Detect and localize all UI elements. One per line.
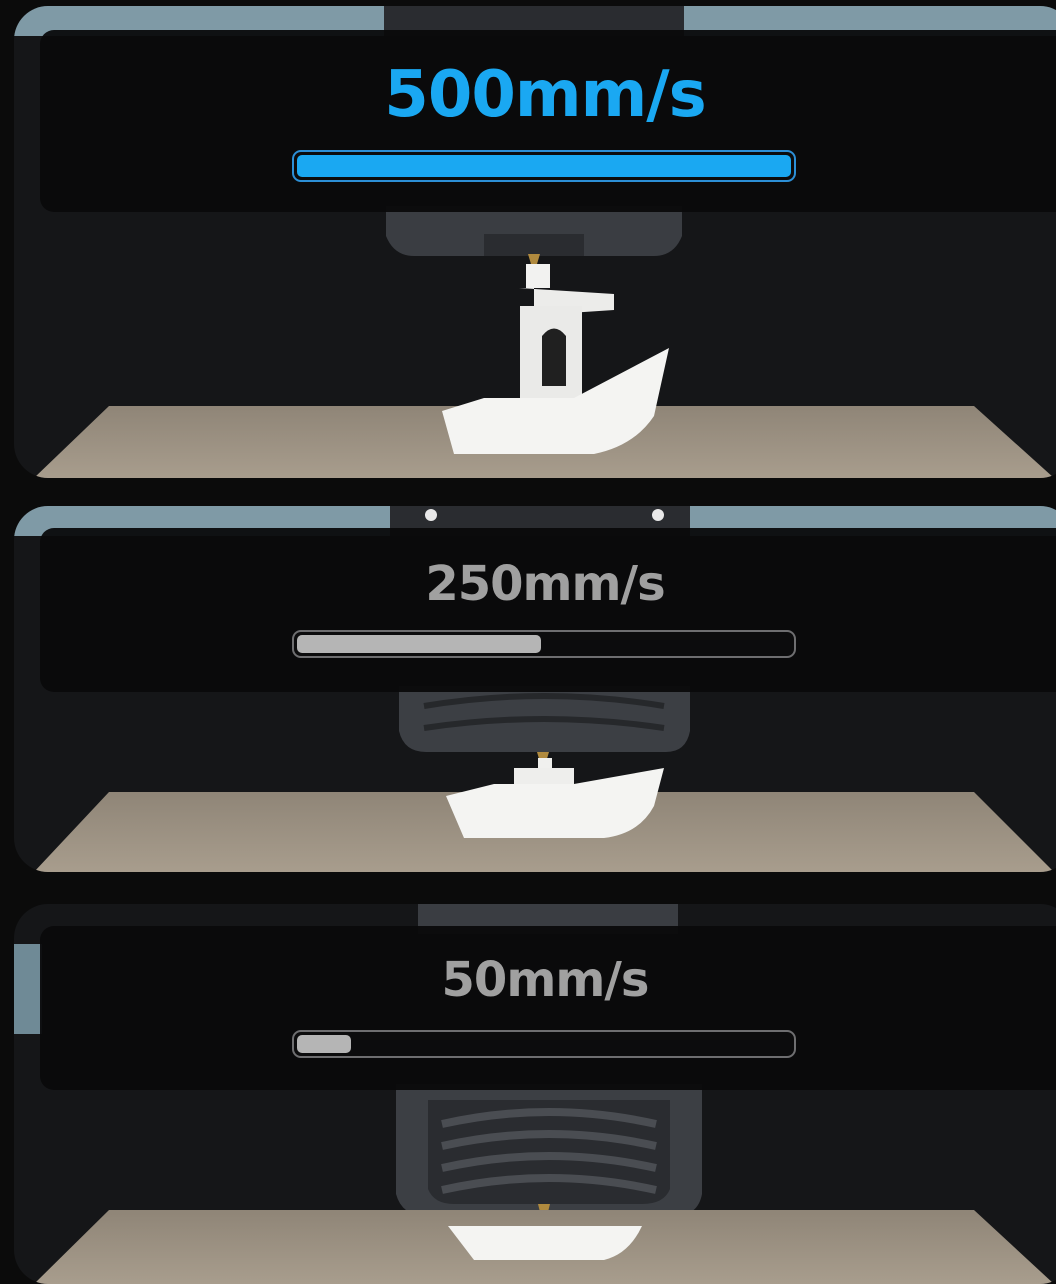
speed-panel-medium: 250mm/s	[14, 506, 1056, 872]
speed-readout-card: 250mm/s	[40, 528, 1056, 692]
speed-bar-fill	[297, 155, 791, 177]
speed-label: 50mm/s	[441, 952, 650, 1008]
speed-readout-card: 50mm/s	[40, 926, 1056, 1090]
speed-panel-fast: 500mm/s	[14, 6, 1056, 478]
speed-bar-track	[292, 150, 796, 182]
speed-label: 500mm/s	[384, 58, 706, 132]
speed-bar-track	[292, 1030, 796, 1058]
speed-bar-fill	[297, 1035, 351, 1053]
benchy-boat	[446, 758, 664, 838]
benchy-boat	[448, 1226, 642, 1260]
benchy-boat	[442, 264, 669, 454]
speed-readout-card: 500mm/s	[40, 30, 1056, 212]
speed-label: 250mm/s	[425, 556, 665, 612]
speed-bar-fill	[297, 635, 541, 653]
speed-panel-slow: 50mm/s	[14, 904, 1056, 1284]
speed-bar-track	[292, 630, 796, 658]
